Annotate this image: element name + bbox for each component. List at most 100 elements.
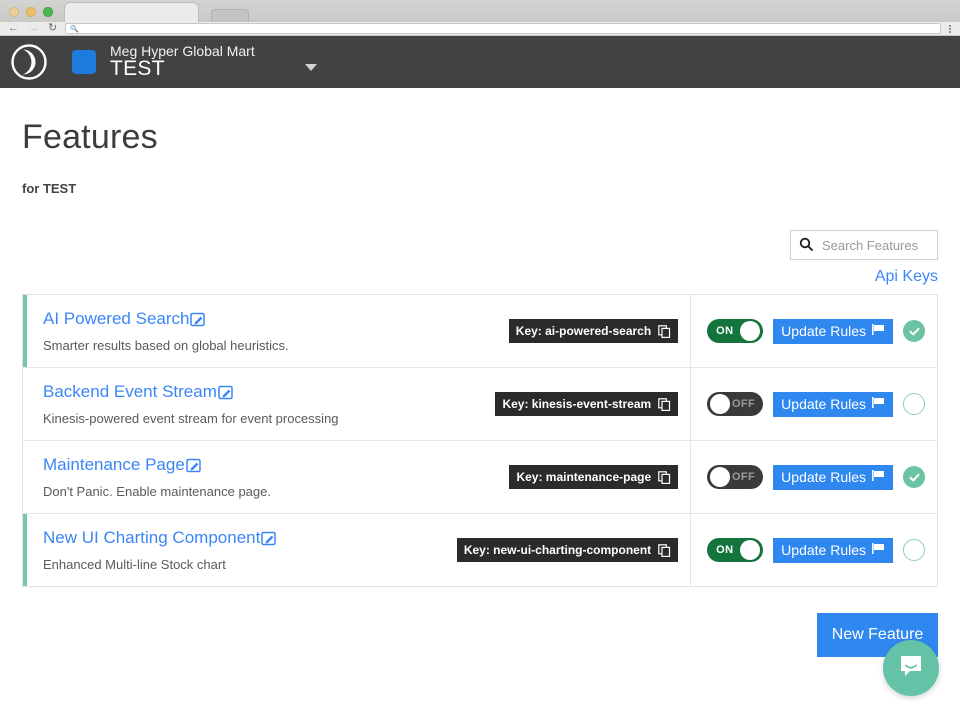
toggle-state-label: OFF [731,471,756,483]
feature-list: AI Powered Search Smarter results based … [22,294,938,587]
feature-controls: OFF Update Rules [690,368,937,440]
page-title: Features [22,118,158,156]
feature-description: Kinesis-powered event stream for event p… [43,411,339,426]
edit-pencil-icon[interactable] [218,384,234,400]
search-icon [799,237,813,254]
browser-tab-active[interactable] [64,2,199,22]
minimize-window-button[interactable] [26,7,36,17]
org-name: Meg Hyper Global Mart [110,42,255,59]
environment-name: TEST [110,57,165,81]
feature-key-cell: Key: maintenance-page [450,441,690,513]
feature-name-line: Backend Event Stream [43,382,450,402]
toggle-knob [740,540,761,560]
status-badge[interactable] [903,466,925,488]
flag-icon [871,469,885,485]
table-row: New UI Charting Component Enhanced Multi… [23,514,937,586]
browser-nav-buttons: ← → ↻ [8,23,57,34]
feature-name-link[interactable]: New UI Charting Component [43,528,260,548]
search-features-box[interactable] [790,230,938,260]
search-toolbar [22,230,938,260]
feature-key-text: Key: new-ui-charting-component [463,543,652,557]
org-color-swatch [72,50,96,74]
reload-icon[interactable]: ↻ [48,23,57,34]
feature-toggle[interactable]: OFF [707,392,764,416]
api-keys-row: Api Keys [22,268,938,286]
toggle-knob [710,394,731,414]
back-arrow-icon[interactable]: ← [8,23,19,34]
close-window-button[interactable] [9,7,19,17]
kebab-menu-icon[interactable] [949,24,952,33]
feature-name-link[interactable]: Maintenance Page [43,455,185,475]
status-badge[interactable] [903,320,925,342]
page-body: Features for TEST Api Keys AI Powered Se… [0,118,960,657]
feature-name-line: New UI Charting Component [43,528,450,548]
update-rules-label: Update Rules [781,323,866,339]
check-icon [909,327,919,335]
org-selector[interactable]: Meg Hyper Global Mart TEST [110,42,255,81]
toggle-state-label: ON [716,544,734,556]
update-rules-button[interactable]: Update Rules [773,537,893,563]
window-controls [0,7,62,22]
new-tab-button[interactable] [211,9,249,22]
chat-bubble-icon [897,652,925,685]
update-rules-button[interactable]: Update Rules [773,391,893,417]
feature-description: Enhanced Multi-line Stock chart [43,557,226,572]
address-bar[interactable]: 🔍 [65,23,941,34]
browser-chrome: ← → ↻ 🔍 [0,0,960,36]
api-keys-link[interactable]: Api Keys [875,268,938,286]
feature-description: Don't Panic. Enable maintenance page. [43,484,271,499]
edit-pencil-icon[interactable] [261,530,277,546]
feature-info: New UI Charting Component Enhanced Multi… [27,514,450,586]
copy-icon[interactable] [658,397,671,411]
toggle-state-label: ON [716,325,734,337]
feature-toggle[interactable]: OFF [707,465,764,489]
copy-icon[interactable] [658,543,671,557]
update-rules-button[interactable]: Update Rules [773,318,893,344]
toggle-state-label: OFF [731,398,756,410]
search-input[interactable] [820,236,929,254]
feature-info: Maintenance Page Don't Panic. Enable mai… [27,441,450,513]
feature-name-line: AI Powered Search [43,309,450,329]
feature-key-badge[interactable]: Key: maintenance-page [509,465,679,489]
feature-key-text: Key: ai-powered-search [515,324,652,338]
maximize-window-button[interactable] [43,7,53,17]
edit-pencil-icon[interactable] [186,457,202,473]
feature-toggle[interactable]: ON [707,538,764,562]
flag-icon [871,396,885,412]
feature-name-link[interactable]: AI Powered Search [43,309,189,329]
check-icon [909,473,919,481]
feature-toggle[interactable]: ON [707,319,764,343]
forward-arrow-icon[interactable]: → [28,23,39,34]
edit-pencil-icon[interactable] [190,311,206,327]
crescent-swirl-logo[interactable] [10,43,48,81]
copy-icon[interactable] [658,470,671,484]
feature-key-cell: Key: new-ui-charting-component [450,514,690,586]
footer-actions: New Feature [22,613,938,657]
copy-icon[interactable] [658,324,671,338]
feature-key-badge[interactable]: Key: ai-powered-search [508,319,679,343]
status-badge[interactable] [903,539,925,561]
feature-name-link[interactable]: Backend Event Stream [43,382,217,402]
feature-description: Smarter results based on global heuristi… [43,338,289,353]
feature-key-badge[interactable]: Key: new-ui-charting-component [456,538,679,562]
update-rules-button[interactable]: Update Rules [773,464,893,490]
table-row: Backend Event Stream Kinesis-powered eve… [23,368,937,441]
feature-key-badge[interactable]: Key: kinesis-event-stream [495,392,679,416]
toggle-knob [740,321,761,341]
update-rules-label: Update Rules [781,469,866,485]
page-subtitle: for TEST [22,181,77,196]
feature-key-text: Key: kinesis-event-stream [502,397,652,411]
table-row: Maintenance Page Don't Panic. Enable mai… [23,441,937,514]
feature-key-cell: Key: ai-powered-search [450,295,690,367]
flag-icon [871,323,885,339]
chat-launcher-button[interactable] [883,640,939,696]
status-badge[interactable] [903,393,925,415]
browser-tabstrip [0,0,960,22]
feature-controls: OFF Update Rules [690,441,937,513]
table-row: AI Powered Search Smarter results based … [23,295,937,368]
feature-key-text: Key: maintenance-page [516,470,652,484]
chevron-down-icon[interactable] [304,63,317,71]
feature-controls: ON Update Rules [690,514,937,586]
update-rules-label: Update Rules [781,396,866,412]
browser-toolbar: ← → ↻ 🔍 [0,22,960,36]
